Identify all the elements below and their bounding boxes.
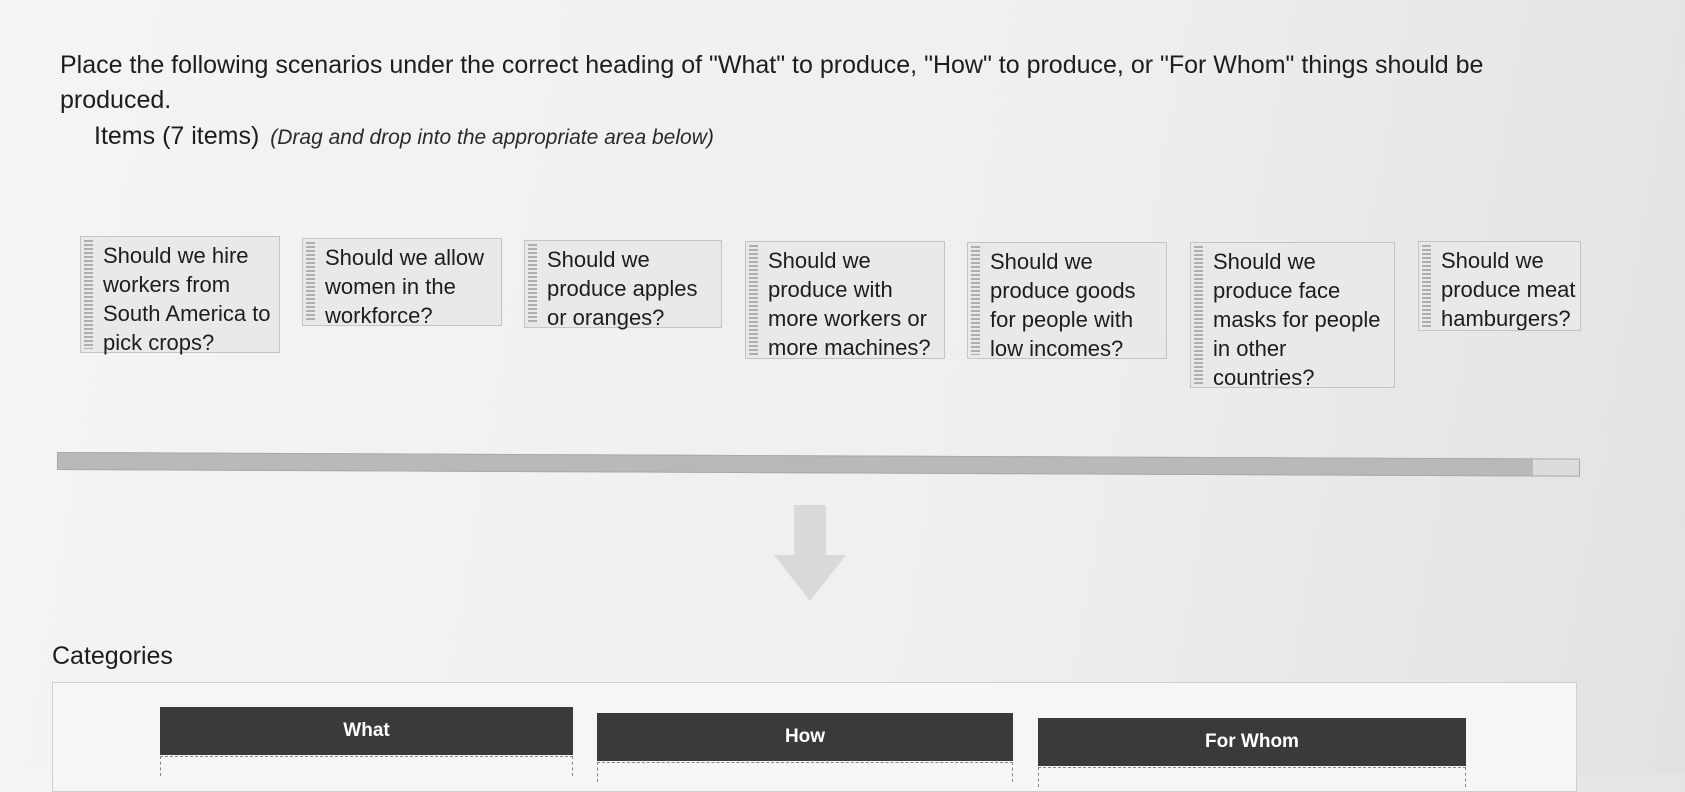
category-dropzone-for-whom[interactable]: [1038, 767, 1466, 787]
draggable-item-allow-women[interactable]: Should we allow women in the workforce?: [302, 238, 502, 328]
item-line: more machines?: [768, 335, 931, 360]
draggable-item-face-masks[interactable]: Should we produce face masks for people …: [1190, 242, 1395, 390]
category-dropzone-how[interactable]: [597, 762, 1013, 782]
categories-panel: What How For Whom: [52, 682, 1577, 792]
category-header-for-whom: For Whom: [1038, 718, 1466, 766]
items-scrollbar[interactable]: [56, 452, 1581, 477]
drag-handle-icon: [84, 240, 93, 349]
scrollbar-track-end: [1532, 459, 1580, 476]
item-line: Should we: [547, 247, 650, 272]
question-instructions: Place the following scenarios under the …: [60, 51, 1484, 114]
item-line: countries?: [1213, 365, 1315, 390]
drag-handle-icon: [749, 245, 758, 355]
item-line: Should we hire: [103, 243, 249, 268]
item-line: women in the: [325, 274, 456, 299]
item-line: Should we allow: [325, 245, 484, 270]
drag-handle-icon: [971, 246, 980, 355]
category-dropzone-what[interactable]: [160, 756, 573, 776]
items-count-label: Items (7 items): [94, 122, 260, 150]
item-line: workforce?: [325, 303, 433, 328]
item-line: more workers or: [768, 306, 927, 331]
item-line: Should we: [1441, 248, 1544, 273]
category-header-how: How: [597, 713, 1013, 761]
items-heading: Items (7 items) (Drag and drop into the …: [94, 122, 714, 151]
drag-handle-icon: [528, 244, 537, 324]
item-line: produce face: [1213, 278, 1341, 303]
draggable-item-meat-hamburgers[interactable]: Should we produce meat hamburgers?: [1418, 241, 1581, 331]
item-line: produce with: [768, 277, 893, 302]
item-line: hamburgers?: [1441, 306, 1571, 331]
item-line: for people with: [990, 307, 1134, 332]
item-line: produce goods: [990, 278, 1136, 303]
draggable-item-hire-workers[interactable]: Should we hire workers from South Americ…: [80, 236, 280, 355]
drag-handle-icon: [1422, 245, 1431, 327]
item-line: workers from: [103, 272, 231, 297]
draggable-item-workers-machines[interactable]: Should we produce with more workers or m…: [745, 241, 945, 360]
category-header-what: What: [160, 707, 573, 755]
draggable-item-apples-oranges[interactable]: Should we produce apples or oranges?: [524, 240, 722, 330]
item-line: produce apples: [547, 276, 698, 301]
item-line: Should we: [768, 248, 871, 273]
items-drag-hint: (Drag and drop into the appropriate area…: [270, 126, 714, 149]
item-line: masks for people: [1213, 307, 1381, 332]
down-arrow-icon: [774, 505, 846, 601]
item-line: pick crops?: [103, 330, 215, 355]
categories-title: Categories: [52, 642, 173, 670]
item-line: produce meat: [1441, 277, 1576, 302]
drag-handle-icon: [306, 242, 315, 322]
item-line: low incomes?: [990, 336, 1124, 361]
draggable-item-low-incomes[interactable]: Should we produce goods for people with …: [967, 242, 1167, 361]
drag-handle-icon: [1194, 246, 1203, 384]
item-line: South America to: [103, 301, 271, 326]
item-line: Should we: [990, 249, 1093, 274]
item-line: or oranges?: [547, 305, 665, 330]
item-line: Should we: [1213, 249, 1316, 274]
item-line: in other: [1213, 336, 1287, 361]
